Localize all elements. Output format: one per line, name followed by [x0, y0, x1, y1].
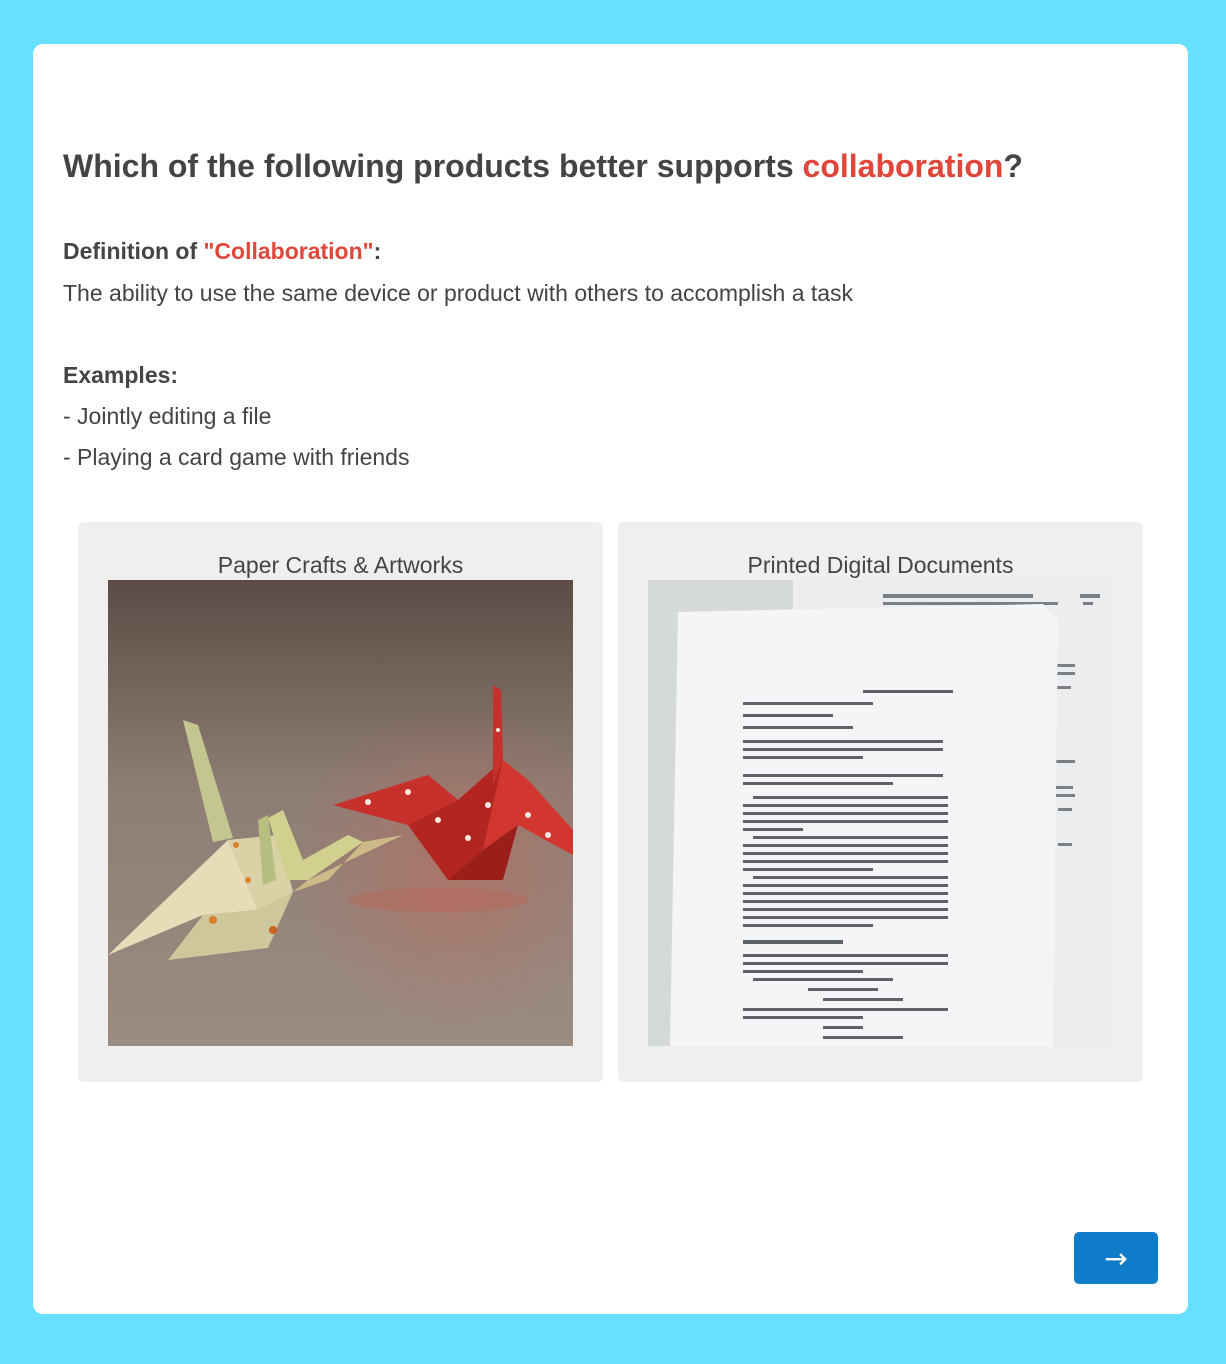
printed-document-image [648, 580, 1113, 1046]
definition-heading-suffix: : [373, 238, 382, 264]
definition-heading: Definition of "Collaboration": [63, 238, 381, 265]
option-label: Printed Digital Documents [747, 552, 1014, 578]
option-printed-documents[interactable]: Printed Digital Documents [618, 522, 1143, 1082]
next-button[interactable]: → [1074, 1232, 1158, 1284]
option-paper-crafts[interactable]: Paper Crafts & Artworks [78, 522, 603, 1082]
arrow-right-icon: → [1104, 1241, 1128, 1275]
examples-list: - Jointly editing a file - Playing a car… [63, 403, 409, 485]
question-prefix: Which of the following products better s… [63, 148, 803, 184]
example-item: - Jointly editing a file [63, 403, 272, 429]
examples-heading: Examples: [63, 362, 179, 388]
question-suffix: ? [1003, 148, 1023, 184]
origami-cranes-image [108, 580, 573, 1046]
option-label: Paper Crafts & Artworks [217, 552, 464, 578]
question-highlight: collaboration [802, 148, 1004, 184]
definition-term: "Collaboration" [203, 238, 374, 264]
definition-text: The ability to use the same device or pr… [63, 280, 854, 306]
survey-card: Which of the following products better s… [33, 44, 1188, 1314]
definition-heading-prefix: Definition of [63, 238, 204, 264]
example-item: - Playing a card game with friends [63, 444, 410, 470]
question-title: Which of the following products better s… [63, 148, 1023, 185]
